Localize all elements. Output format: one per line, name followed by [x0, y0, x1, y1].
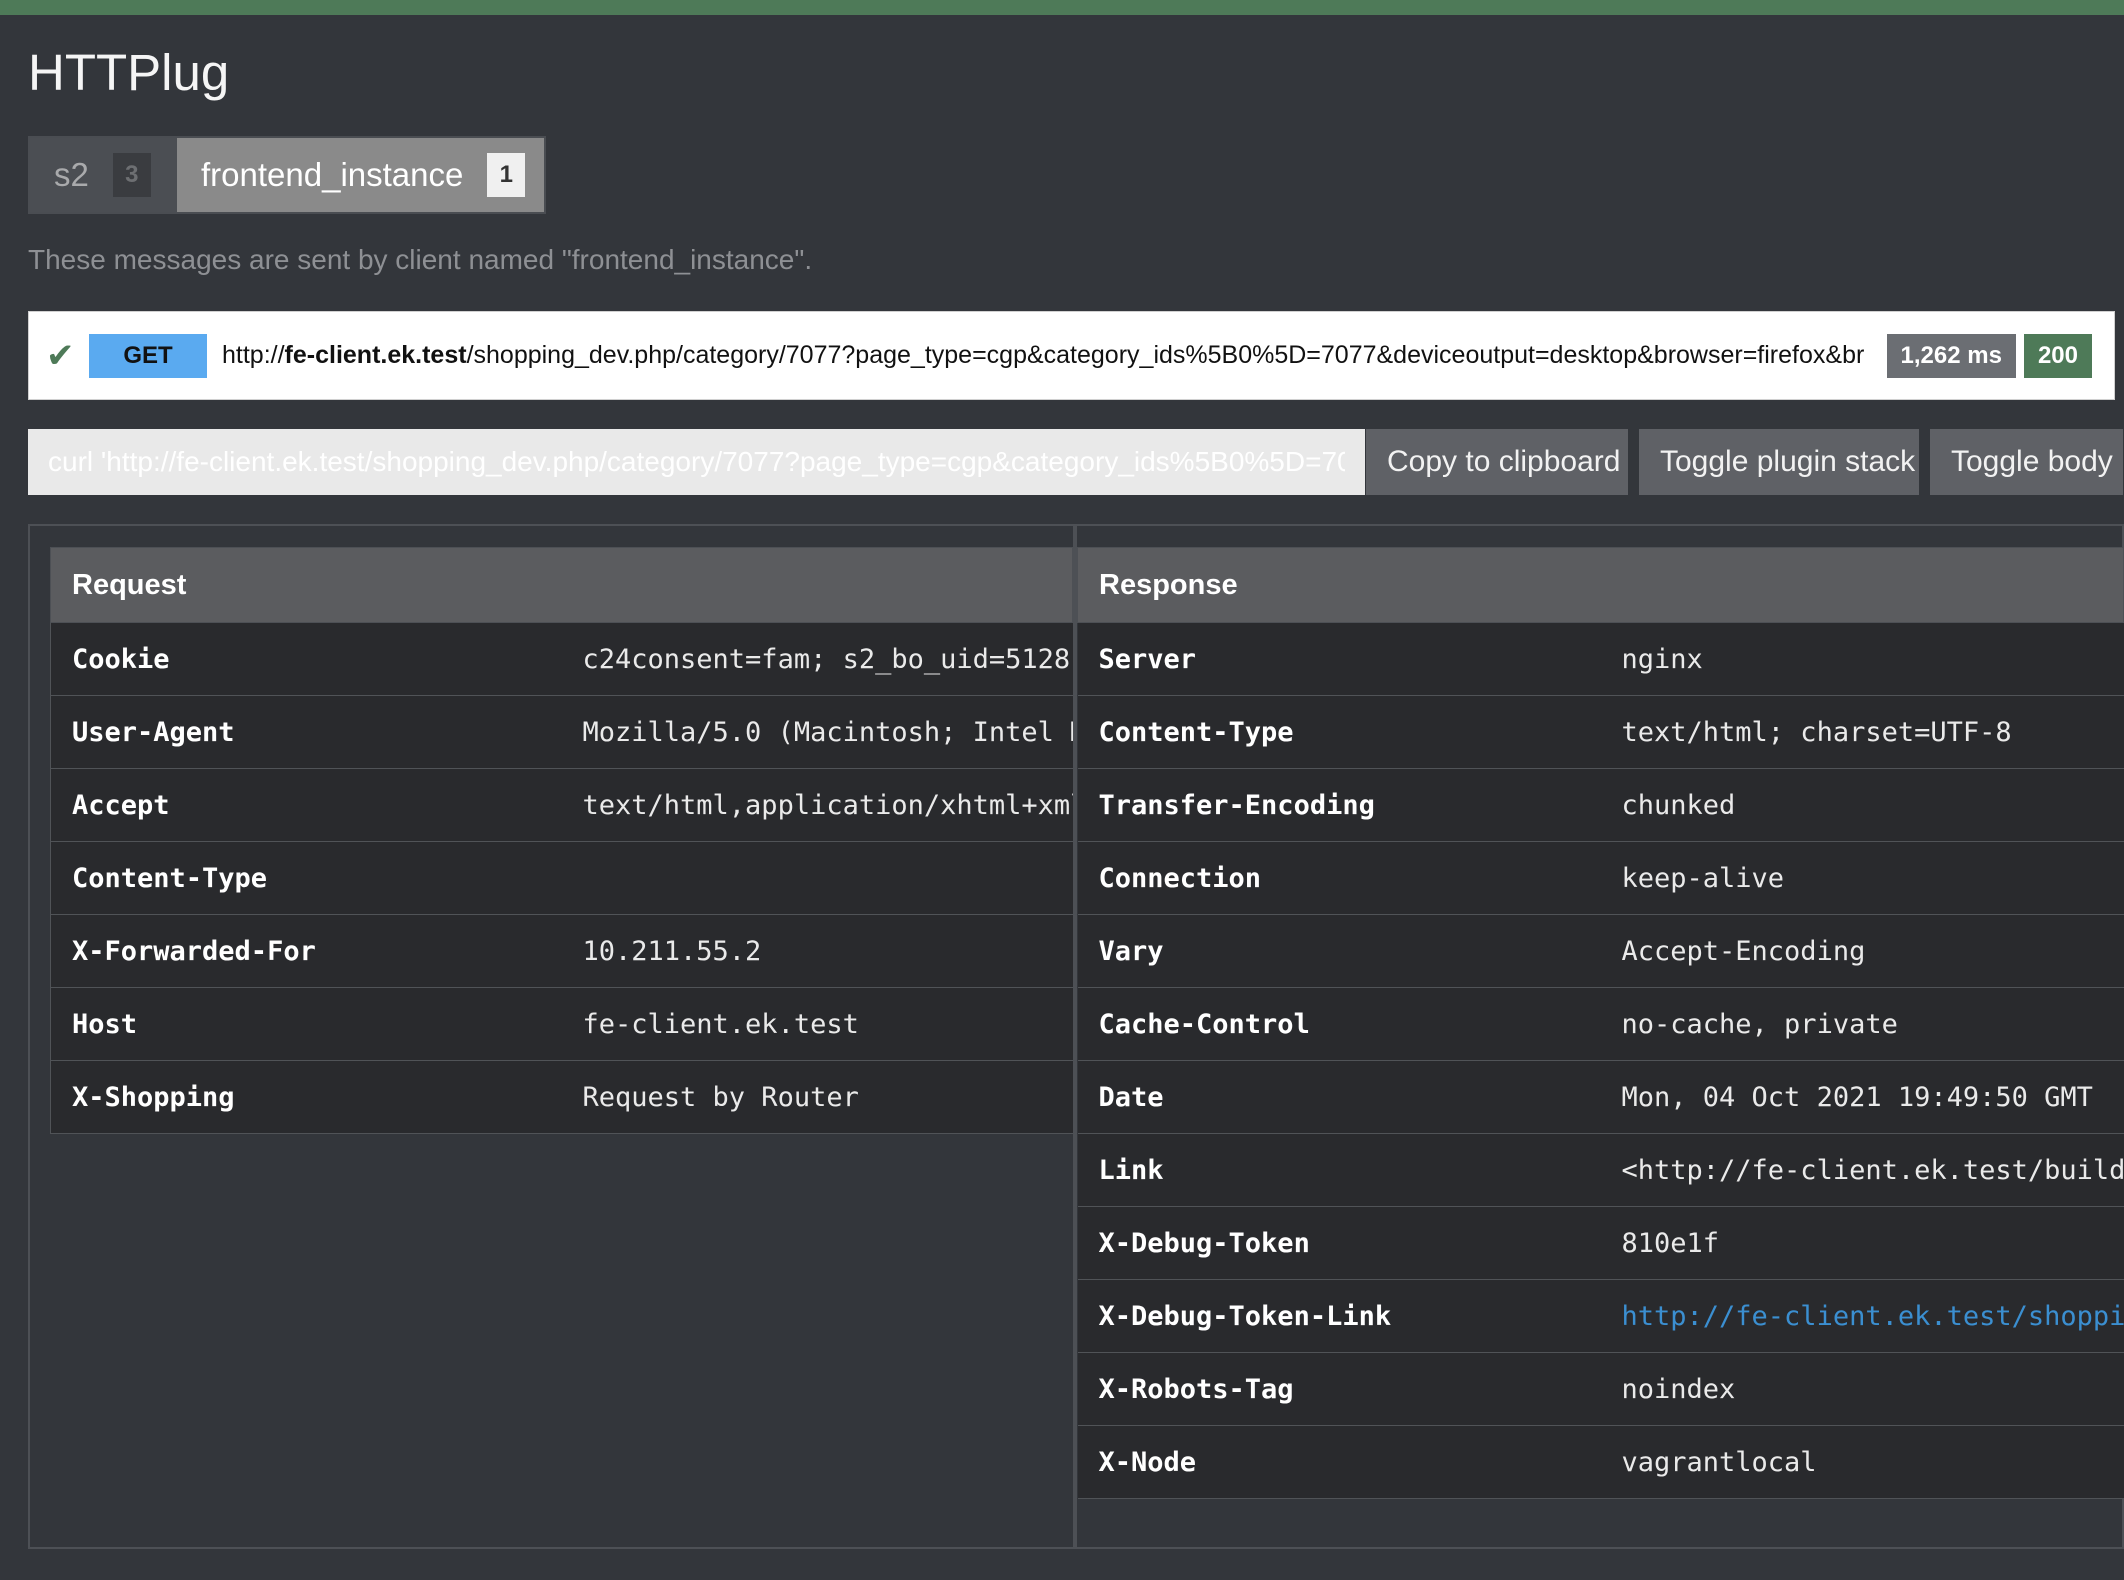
header-value: Request by Router	[561, 1060, 1073, 1134]
header-value: 810e1f	[1600, 1206, 2124, 1280]
debug-token-link[interactable]: http://fe-client.ek.test/shopping_dev.ph…	[1600, 1279, 2124, 1353]
header-name: X-Debug-Token	[1077, 1206, 1601, 1280]
table-row: X-Robots-Tag noindex	[1077, 1352, 2124, 1426]
header-value: vagrantlocal	[1600, 1425, 2124, 1499]
table-row: X-Forwarded-For 10.211.55.2	[50, 914, 1073, 988]
table-row: X-Debug-Token-Link http://fe-client.ek.te…	[1077, 1279, 2124, 1353]
table-row: Host fe-client.ek.test	[50, 987, 1073, 1061]
header-name: X-Debug-Token-Link	[1077, 1279, 1601, 1353]
url-path: /shopping_dev.php/category/7077?page_typ…	[466, 341, 1865, 369]
tab-label: frontend_instance	[201, 156, 464, 193]
header-value: 10.211.55.2	[561, 914, 1073, 988]
table-row: Cookiec24consent=fam; s2_bo_uid=5128; sh…	[50, 622, 1073, 696]
header-value: fe-client.ek.test	[561, 987, 1073, 1061]
header-name: Cookie	[50, 622, 562, 696]
tab-s2[interactable]: s2 3	[30, 138, 177, 212]
request-heading: Request	[50, 547, 1073, 623]
message-details-panel: Request Cookie c24consent=fam; s2_bo_uid=…	[28, 524, 2124, 1549]
header-name: X-Node	[1077, 1425, 1601, 1499]
table-row: Server nginx	[1077, 622, 2124, 696]
header-name: Content-Type	[50, 841, 562, 915]
header-name: Connection	[1077, 841, 1601, 915]
tab-count-badge: 1	[487, 153, 526, 197]
header-name: Host	[50, 987, 562, 1061]
header-value: no-cache, private	[1600, 987, 2124, 1061]
table-row: Content-Type	[50, 841, 1073, 915]
table-row: Cache-Control no-cache, private	[1077, 987, 2124, 1061]
header-name: Link	[1077, 1133, 1601, 1207]
curl-command-field[interactable]	[28, 429, 1365, 495]
header-value: text/html,application/xhtml+xml,applicat…	[561, 768, 1073, 842]
header-value: keep-alive	[1600, 841, 2124, 915]
tab-frontend-instance[interactable]: frontend_instance 1	[177, 138, 544, 212]
header-value: c24consent=fam; s2_bo_uid=5128; shopping…	[561, 622, 1073, 696]
url-host: fe-client.ek.test	[284, 341, 467, 369]
client-tabs: s2 3 frontend_instance 1	[28, 136, 546, 214]
header-name: X-Forwarded-For	[50, 914, 562, 988]
request-url: http://fe-client.ek.test/shopping_dev.ph…	[222, 341, 1865, 370]
header-value: <http://fe-client.ek.test/build/runtime.…	[1600, 1133, 2124, 1207]
table-row: Transfer-Encoding chunked	[1077, 768, 2124, 842]
copy-to-clipboard-button[interactable]: Copy to clipboard	[1366, 429, 1628, 495]
header-value: Mozilla/5.0 (Macintosh; Intel Mac OS X 1…	[561, 695, 1073, 769]
tab-count-badge: 3	[112, 153, 151, 197]
header-value	[561, 841, 1073, 915]
curl-toolbar: Copy to clipboard Toggle plugin stack To…	[28, 429, 2124, 495]
header-name: User-Agent	[50, 695, 562, 769]
header-value: Mon, 04 Oct 2021 19:49:50 GMT	[1600, 1060, 2124, 1134]
top-accent-bar	[0, 0, 2124, 15]
client-description: These messages are sent by client named …	[28, 244, 813, 275]
tab-label: s2	[54, 156, 89, 193]
table-row: X-Debug-Token 810e1f	[1077, 1206, 2124, 1280]
response-heading: Response	[1077, 547, 2124, 623]
toggle-plugin-stack-button[interactable]: Toggle plugin stack	[1639, 429, 1919, 495]
header-value: nginx	[1600, 622, 2124, 696]
request-headers-table: Request Cookie c24consent=fam; s2_bo_uid=…	[50, 547, 1073, 1134]
table-row: Link<http://fe-client.ek.test/build/runt…	[1077, 1133, 2124, 1207]
header-name: Accept	[50, 768, 562, 842]
header-name: Date	[1077, 1060, 1601, 1134]
header-value: chunked	[1600, 768, 2124, 842]
status-code-badge: 200	[2023, 333, 2092, 378]
header-value: text/html; charset=UTF-8	[1600, 695, 2124, 769]
header-value: noindex	[1600, 1352, 2124, 1426]
request-summary-row[interactable]: ✔ GET http://fe-client.ek.test/shopping_…	[28, 311, 2115, 400]
table-row: Vary Accept-Encoding	[1077, 914, 2124, 988]
header-name: X-Robots-Tag	[1077, 1352, 1601, 1426]
header-value: Accept-Encoding	[1600, 914, 2124, 988]
toggle-body-button[interactable]: Toggle body	[1930, 429, 2123, 495]
header-name: Cache-Control	[1077, 987, 1601, 1061]
table-row: Content-Type text/html; charset=UTF-8	[1077, 695, 2124, 769]
table-row: Accepttext/html,application/xhtml+xml,ap…	[50, 768, 1073, 842]
table-row: User-Agent Mozilla/5.0 (Macintosh; Intel …	[50, 695, 1073, 769]
header-name: Content-Type	[1077, 695, 1601, 769]
page-title: HTTPlug	[28, 44, 230, 101]
table-row: X-Node vagrantlocal	[1077, 1425, 2124, 1499]
table-row: Date Mon, 04 Oct 2021 19:49:50 GMT	[1077, 1060, 2124, 1134]
header-name: Vary	[1077, 914, 1601, 988]
table-row: X-Shopping Request by Router	[50, 1060, 1073, 1134]
method-badge: GET	[89, 333, 207, 378]
checkmark-icon: ✔	[46, 336, 75, 375]
response-headers-table: Response Server nginx Content-Type text/ht…	[1077, 547, 2124, 1499]
table-row: Connection keep-alive	[1077, 841, 2124, 915]
url-scheme: http://	[222, 341, 285, 369]
header-name: X-Shopping	[50, 1060, 562, 1134]
duration-badge: 1,262 ms	[1886, 333, 2016, 378]
header-name: Server	[1077, 622, 1601, 696]
header-name: Transfer-Encoding	[1077, 768, 1601, 842]
